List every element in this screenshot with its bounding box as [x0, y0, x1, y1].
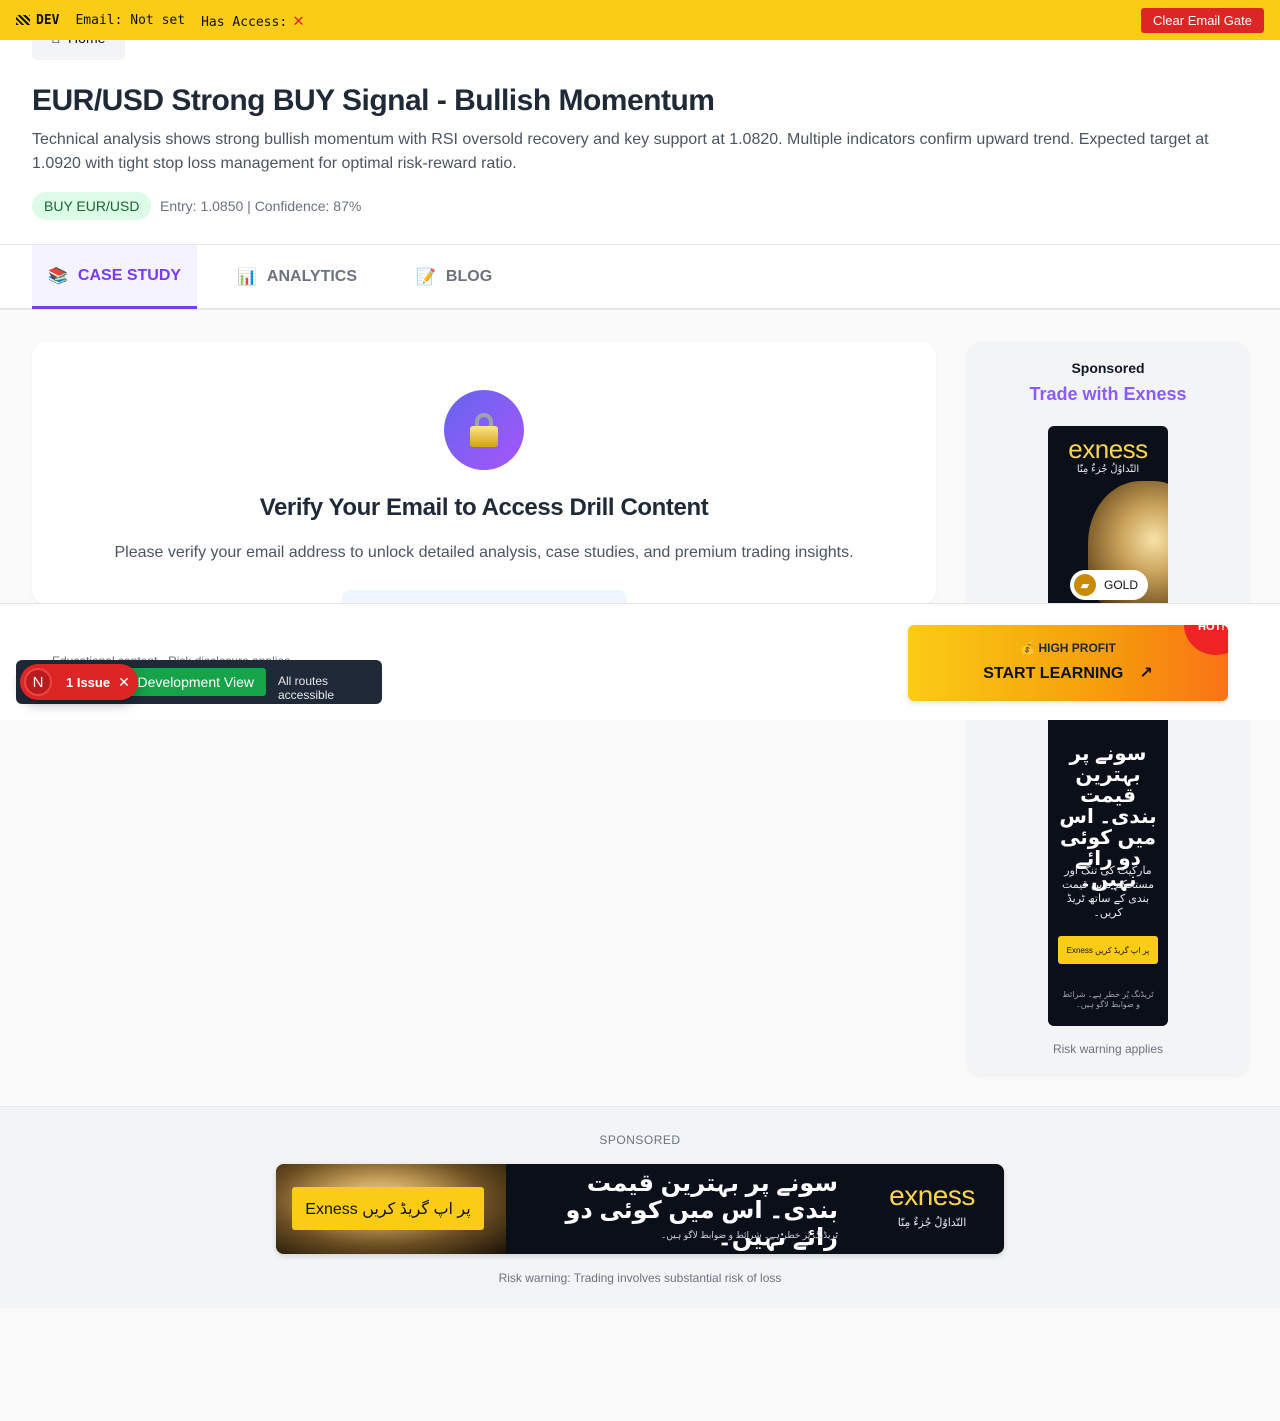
clear-email-gate-button[interactable]: Clear Email Gate: [1141, 7, 1264, 33]
exness-tagline: التّداوُلُ جُزءٌ مِنّا: [1076, 464, 1140, 475]
arrow-up-right-icon: ↗: [1139, 665, 1153, 682]
exness-logo: exness: [1068, 434, 1148, 464]
risk-warning: Risk warning: Trading involves substanti…: [498, 1271, 782, 1285]
tab-label: BLOG: [445, 268, 493, 285]
sponsored-label: SPONSORED: [599, 1133, 681, 1147]
lock-icon: [444, 390, 524, 470]
bottom-sponsored: SPONSORED Exness پر اپ گریڈ کریں سونے پر…: [0, 1106, 1280, 1308]
page-description: Technical analysis shows strong bullish …: [32, 131, 1209, 172]
cta-title: START LEARNING ↗: [908, 663, 1228, 683]
signal-meta: Entry: 1.0850 | Confidence: 87%: [160, 198, 362, 214]
dev-tag: DEV: [16, 13, 59, 28]
upgrade-button[interactable]: Exness پر اپ گریڈ کریں: [1058, 936, 1158, 964]
access-label: Has Access:: [201, 14, 288, 30]
upgrade-button[interactable]: Exness پر اپ گریڈ کریں: [292, 1187, 484, 1230]
signal-badge: BUY EUR/USD: [32, 192, 152, 220]
issues-pill[interactable]: N 1 Issue ✕: [20, 664, 138, 700]
tab-case-study[interactable]: 📚 CASE STUDY: [32, 245, 198, 309]
exness-logo: exness: [889, 1180, 975, 1211]
construction-icon: [16, 15, 30, 25]
gate-title: Verify Your Email to Access Drill Conten…: [259, 494, 709, 521]
verify-email-button[interactable]: [342, 590, 627, 604]
exness-banner-ad[interactable]: Exness پر اپ گریڈ کریں سونے پر بہترین قی…: [276, 1164, 1004, 1254]
cross-icon: ✕: [293, 9, 304, 31]
gate-text: Please verify your email address to unlo…: [114, 544, 854, 561]
close-icon[interactable]: ✕: [118, 674, 130, 691]
exness-skyscraper-ad[interactable]: exness التّداوُلُ جُزءٌ مِنّا ▰ GOLD سون…: [1048, 426, 1168, 1026]
books-icon: 📚: [48, 267, 68, 285]
banner-risk-text: ٹریڈنگ پُر خطر ہے۔ شرائط و ضوابط لاگو ہی…: [661, 1230, 838, 1240]
dev-tag-label: DEV: [36, 12, 60, 28]
cta-subtitle: 💰 HIGH PROFIT: [1020, 641, 1116, 655]
tab-bar: 📚 CASE STUDY 📊 ANALYTICS 📝 BLOG: [0, 244, 1280, 310]
dev-bar: DEV Email: Not set Has Access: ✕ Clear Em…: [0, 0, 1280, 40]
chart-icon: 📊: [237, 269, 257, 286]
start-learning-button[interactable]: HOT! 💰 HIGH PROFIT START LEARNING ↗: [908, 625, 1228, 701]
cta-label: START LEARNING: [983, 665, 1124, 682]
page-title: EUR/USD Strong BUY Signal - Bullish Mome…: [32, 84, 715, 117]
memo-icon: 📝: [416, 269, 436, 286]
ad-heading: Trade with Exness: [1029, 384, 1187, 404]
ad-subtext: مارکیٹ کی تنگ اور مستحکم ترین قیمت بندی …: [1062, 865, 1154, 919]
email-gate-card: Verify Your Email to Access Drill Conten…: [32, 342, 936, 604]
gold-label: GOLD: [1104, 578, 1139, 592]
nextjs-icon: N: [24, 668, 52, 696]
routes-status: All routes accessible: [278, 674, 335, 702]
gold-bars-icon: ▰: [1074, 574, 1096, 596]
tab-label: CASE STUDY: [77, 266, 182, 284]
ad-risk-text: ٹریڈنگ پُر خطر ہے۔ شرائط و ضوابط لاگو ہی…: [1062, 990, 1154, 1009]
tab-analytics[interactable]: 📊 ANALYTICS: [221, 245, 373, 309]
exness-tagline: التّداوُلُ جُزءٌ مِنّا: [897, 1217, 967, 1229]
gold-pill: ▰ GOLD: [1070, 570, 1148, 600]
tab-label: ANALYTICS: [266, 268, 358, 285]
issue-count: 1 Issue: [66, 674, 111, 690]
access-status: Has Access: ✕: [201, 10, 304, 31]
risk-warning: Risk warning applies: [1052, 1042, 1164, 1056]
email-status: Email: Not set: [75, 12, 186, 28]
sponsored-label: Sponsored: [1071, 360, 1145, 376]
development-view-button[interactable]: Development View: [120, 668, 266, 696]
tab-blog[interactable]: 📝 BLOG: [400, 245, 508, 309]
